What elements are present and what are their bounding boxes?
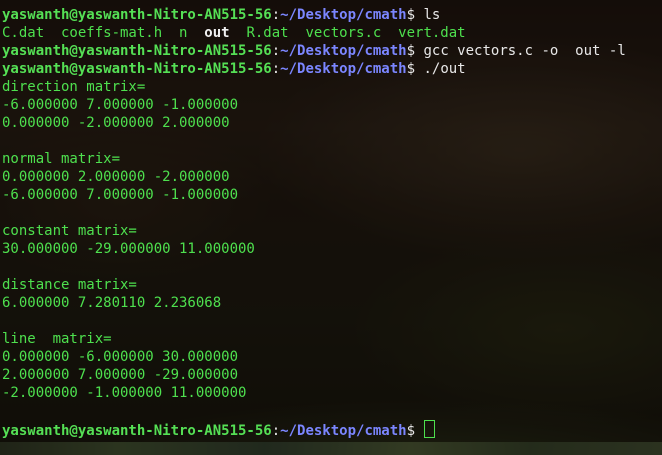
terminal-window[interactable]: yaswanth@yaswanth-Nitro-AN515-56:~/Deskt… <box>0 0 662 455</box>
command-ls: ls <box>415 7 441 23</box>
output-line-direction-row2: 0.000000 -2.000000 2.000000 <box>2 115 230 131</box>
prompt-dollar: $ <box>406 423 416 439</box>
prompt-dollar: $ <box>406 7 416 23</box>
output-line-distance-header: distance matrix= <box>2 277 137 293</box>
ls-files-after: R.dat vectors.c vert.dat <box>229 25 466 41</box>
prompt-separator: : <box>271 43 281 59</box>
prompt-dollar: $ <box>406 61 416 77</box>
command-gcc: gcc vectors.c -o out -l <box>415 43 626 59</box>
prompt-path: ~/Desktop/cmath <box>280 7 407 23</box>
prompt-path: ~/Desktop/cmath <box>280 423 407 439</box>
prompt-user-host: yaswanth@yaswanth-Nitro-AN515-56 <box>2 43 272 59</box>
output-line-distance-row1: 6.000000 7.280110 2.236068 <box>2 295 222 311</box>
output-line-direction-header: direction matrix= <box>2 79 146 95</box>
prompt-user-host: yaswanth@yaswanth-Nitro-AN515-56 <box>2 423 272 439</box>
prompt-path: ~/Desktop/cmath <box>280 61 407 77</box>
prompt-line-ls: yaswanth@yaswanth-Nitro-AN515-56:~/Deskt… <box>2 6 440 24</box>
output-line-normal-header: normal matrix= <box>2 151 121 167</box>
prompt-user-host: yaswanth@yaswanth-Nitro-AN515-56 <box>2 7 272 23</box>
prompt-separator: : <box>271 7 281 23</box>
output-line-line-row1: 0.000000 -6.000000 30.000000 <box>2 349 239 365</box>
terminal-cursor[interactable] <box>424 420 436 438</box>
ls-files-before: C.dat coeffs-mat.h n <box>2 25 205 41</box>
output-line-constant-header: constant matrix= <box>2 223 137 239</box>
output-line-line-row3: -2.000000 -1.000000 11.000000 <box>2 385 247 401</box>
output-line-constant-row1: 30.000000 -29.000000 11.000000 <box>2 241 255 257</box>
prompt-dollar: $ <box>406 43 416 59</box>
prompt-user-host: yaswanth@yaswanth-Nitro-AN515-56 <box>2 61 272 77</box>
output-line-normal-row1: 0.000000 2.000000 -2.000000 <box>2 169 230 185</box>
prompt-separator: : <box>271 61 281 77</box>
output-line-direction-row1: -6.000000 7.000000 -1.000000 <box>2 97 239 113</box>
ls-file-out: out <box>204 25 230 41</box>
ls-output-line: C.dat coeffs-mat.h n out R.dat vectors.c… <box>2 24 466 42</box>
output-line-normal-row2: -6.000000 7.000000 -1.000000 <box>2 187 239 203</box>
prompt-path: ~/Desktop/cmath <box>280 43 407 59</box>
prompt-line-gcc: yaswanth@yaswanth-Nitro-AN515-56:~/Deskt… <box>2 42 626 60</box>
output-line-line-row2: 2.000000 7.000000 -29.000000 <box>2 367 239 383</box>
prompt-line-run: yaswanth@yaswanth-Nitro-AN515-56:~/Deskt… <box>2 60 466 78</box>
prompt-separator: : <box>271 423 281 439</box>
command-run: ./out <box>415 61 466 77</box>
output-line-line-header: line matrix= <box>2 331 112 347</box>
prompt-line-current[interactable]: yaswanth@yaswanth-Nitro-AN515-56:~/Deskt… <box>2 420 436 439</box>
